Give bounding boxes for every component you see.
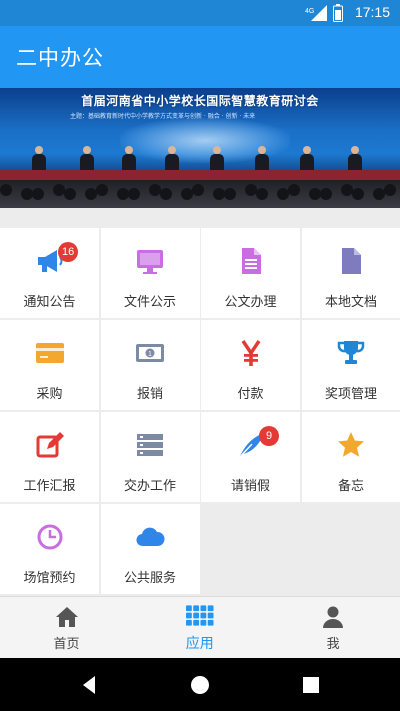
app-tile-2[interactable]: 公文办理 <box>201 228 300 318</box>
app-tile-label: 公共服务 <box>123 571 176 586</box>
back-button[interactable] <box>77 672 103 698</box>
app-tile-label: 备忘 <box>337 479 364 494</box>
app-tile-label: 文件公示 <box>123 295 176 310</box>
app-tile-label: 公文办理 <box>224 295 277 310</box>
svg-text:4G: 4G <box>305 8 314 15</box>
tab-label: 应用 <box>185 636 214 652</box>
monitor-icon <box>101 246 200 276</box>
bottom-nav: 首页 应用 我 <box>0 596 400 658</box>
tab-user[interactable]: 我 <box>267 597 400 659</box>
home-icon <box>0 605 133 629</box>
app-tile-6[interactable]: 付款 <box>201 320 300 410</box>
apps-grid-icon <box>133 605 266 627</box>
cloud-icon <box>101 522 200 552</box>
user-icon <box>267 605 400 629</box>
signal-icon: 4G <box>305 5 327 25</box>
banner-subline: 主题：基础教育新时代中小学教学方式变革与创新 · 融合 · 创新 · 未来 <box>70 113 256 120</box>
app-tile-label: 工作汇报 <box>23 479 76 494</box>
app-tile-label: 通知公告 <box>23 295 76 310</box>
app-tile-13[interactable]: 公共服务 <box>100 504 200 594</box>
battery-icon <box>333 4 343 26</box>
app-tile-label: 请销假 <box>230 479 270 494</box>
clock-time: 17:15 <box>354 4 390 20</box>
tab-home[interactable]: 首页 <box>0 597 133 659</box>
card-icon <box>0 338 99 368</box>
page-title: 二中办公 <box>16 46 104 70</box>
tab-label: 我 <box>326 637 340 652</box>
app-tile-label: 付款 <box>237 387 264 402</box>
app-tile-5[interactable]: 1 报销 <box>100 320 200 410</box>
app-tile-label: 本地文档 <box>324 295 377 310</box>
banner-image[interactable]: 首届河南省中小学校长国际智慧教育研讨会 主题：基础教育新时代中小学教学方式变革与… <box>0 88 400 208</box>
app-tile-3[interactable]: 本地文档 <box>301 228 400 318</box>
tab-apps-grid[interactable]: 应用 <box>133 597 266 659</box>
tab-label: 首页 <box>53 637 80 652</box>
banner-headline: 首届河南省中小学校长国际智慧教育研讨会 <box>81 94 319 108</box>
yen-icon <box>201 338 300 368</box>
app-tile-4[interactable]: 采购 <box>0 320 99 410</box>
svg-text:1: 1 <box>148 351 152 358</box>
app-tile-label: 奖项管理 <box>324 387 377 402</box>
star-icon <box>302 430 400 460</box>
status-bar: 4G 17:15 <box>0 0 400 26</box>
document-icon <box>201 246 300 276</box>
notification-badge: 9 <box>259 426 279 446</box>
app-tile-11[interactable]: 备忘 <box>301 412 400 502</box>
app-tile-10[interactable]: 9 请销假 <box>201 412 300 502</box>
app-tile-0[interactable]: 16 通知公告 <box>0 228 99 318</box>
app-tile-1[interactable]: 文件公示 <box>100 228 200 318</box>
app-tile-label: 交办工作 <box>123 479 176 494</box>
megaphone-icon <box>0 246 99 276</box>
app-tile-12[interactable]: 场馆预约 <box>0 504 99 594</box>
app-tile-7[interactable]: 奖项管理 <box>301 320 400 410</box>
trophy-icon <box>302 338 400 368</box>
money-icon: 1 <box>101 338 200 368</box>
recents-button[interactable] <box>298 672 324 698</box>
edit-icon <box>0 430 99 460</box>
app-tile-8[interactable]: 工作汇报 <box>0 412 99 502</box>
home-button[interactable] <box>187 672 213 698</box>
app-bar: 二中办公 <box>0 26 400 88</box>
clock-icon <box>0 522 99 552</box>
app-tile-label: 采购 <box>36 387 63 402</box>
app-tile-9[interactable]: 交办工作 <box>100 412 200 502</box>
system-nav-bar <box>0 658 400 711</box>
server-icon <box>101 430 200 460</box>
file-icon <box>302 246 400 276</box>
app-tile-label: 报销 <box>136 387 163 402</box>
quill-icon <box>201 430 300 460</box>
app-tile-label: 场馆预约 <box>23 571 76 586</box>
